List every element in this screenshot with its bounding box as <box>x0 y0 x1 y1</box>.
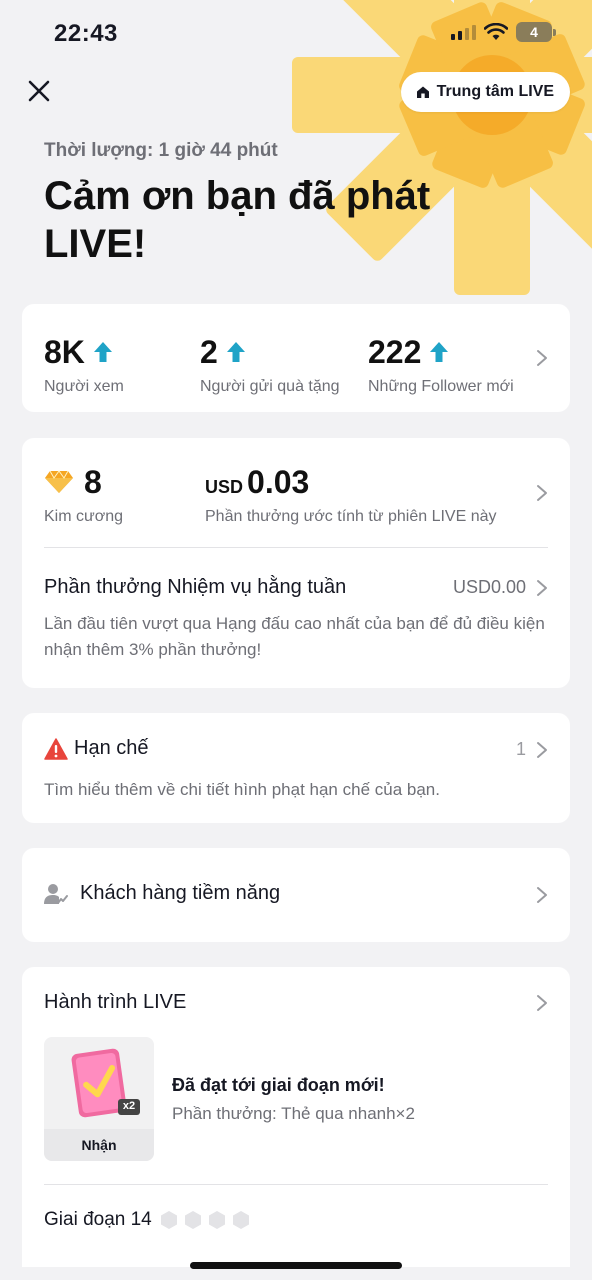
reward-claim-tile[interactable]: x2 Nhận <box>44 1037 154 1161</box>
home-icon <box>416 86 429 98</box>
weekly-mission-title: Phần thưởng Nhiệm vụ hằng tuần <box>44 576 347 598</box>
reward-multiplier-badge: x2 <box>122 1100 136 1112</box>
stat-viewers: 8K Người xem <box>44 333 124 396</box>
milestone-desc: Phần thưởng: Thẻ qua nhanh×2 <box>172 1104 415 1123</box>
arrow-up-icon <box>226 342 245 362</box>
cellular-signal-icon <box>451 24 476 40</box>
close-button[interactable] <box>24 76 54 106</box>
chevron-right-icon <box>537 887 547 903</box>
live-center-button[interactable]: Trung tâm LIVE <box>400 72 570 112</box>
chevron-right-icon <box>537 485 547 501</box>
live-journey-title: Hành trình LIVE <box>44 991 187 1013</box>
usd-value: 0.03 <box>247 464 310 500</box>
status-time: 22:43 <box>54 20 118 47</box>
live-center-label: Trung tâm LIVE <box>436 83 554 100</box>
diamonds-label: Kim cương <box>44 508 123 525</box>
wifi-icon <box>484 23 508 40</box>
stage-progress <box>160 1210 250 1230</box>
weekly-mission-desc: Lần đầu tiên vượt qua Hạng đấu cao nhất … <box>44 614 545 659</box>
stat-gifters: 2 Người gửi quà tặng <box>200 333 340 396</box>
arrow-up-icon <box>430 342 449 362</box>
claim-label: Nhận <box>44 1129 154 1161</box>
chevron-right-icon <box>537 741 547 758</box>
usd-estimate-section[interactable]: USD 0.03 Phần thưởng ước tính từ phiên L… <box>205 464 497 526</box>
earnings-card: 8 Kim cương USD 0.03 Phần thưởng ước tín… <box>22 438 570 688</box>
weekly-mission-value: USD0.00 <box>452 577 526 597</box>
milestone-title: Đã đạt tới giai đoạn mới! <box>172 1075 385 1095</box>
close-icon <box>28 80 50 102</box>
arrow-up-icon <box>93 342 112 362</box>
page-title: Cảm ơn bạn đã phát LIVE! <box>44 174 431 266</box>
home-indicator[interactable] <box>190 1262 402 1269</box>
fast-pass-card-icon <box>71 1048 140 1118</box>
live-journey-header[interactable]: Hành trình LIVE <box>44 991 548 1014</box>
chevron-right-icon <box>537 350 547 366</box>
hexagon-icon <box>232 1211 249 1229</box>
diamonds-section[interactable]: 8 Kim cương <box>44 464 123 526</box>
restriction-desc: Tìm hiểu thêm về chi tiết hình phạt hạn … <box>44 780 440 799</box>
stage-row: Giai đoạn 14 <box>44 1209 250 1231</box>
chevron-right-icon <box>537 579 547 596</box>
chevron-right-icon <box>537 994 547 1011</box>
user-trend-icon <box>44 883 68 904</box>
restriction-card[interactable]: Hạn chế 1 Tìm hiểu thêm về chi tiết hình… <box>22 713 570 823</box>
stat-new-followers: 222 Những Follower mới <box>368 333 514 396</box>
usd-estimate-label: Phần thưởng ước tính từ phiên LIVE này <box>205 508 497 525</box>
diamonds-value: 8 <box>84 463 102 500</box>
status-bar: 22:43 4 <box>0 0 592 64</box>
stage-label: Giai đoạn 14 <box>44 1209 152 1230</box>
battery-icon: 4 <box>516 22 556 42</box>
hexagon-icon <box>208 1211 225 1229</box>
usd-prefix: USD <box>205 477 244 497</box>
stats-card[interactable]: 8K Người xem 2 Người gửi quà tặng 222 Nh… <box>22 304 570 412</box>
restriction-title: Hạn chế <box>74 737 149 759</box>
hexagon-icon <box>184 1211 201 1229</box>
live-journey-card: Hành trình LIVE x2 Nhận Đã đạt tới giai … <box>22 967 570 1267</box>
weekly-mission-row[interactable]: Phần thưởng Nhiệm vụ hằng tuần USD0.00 L… <box>44 576 548 663</box>
live-duration: Thời lượng: 1 giờ 44 phút <box>44 140 278 161</box>
hexagon-icon <box>160 1211 177 1229</box>
prospects-title: Khách hàng tiềm năng <box>80 882 281 904</box>
warning-icon <box>44 737 68 760</box>
divider <box>44 547 548 548</box>
prospects-card[interactable]: Khách hàng tiềm năng <box>22 848 570 942</box>
restriction-count: 1 <box>515 739 526 759</box>
diamond-icon <box>45 470 73 493</box>
divider <box>44 1184 548 1185</box>
